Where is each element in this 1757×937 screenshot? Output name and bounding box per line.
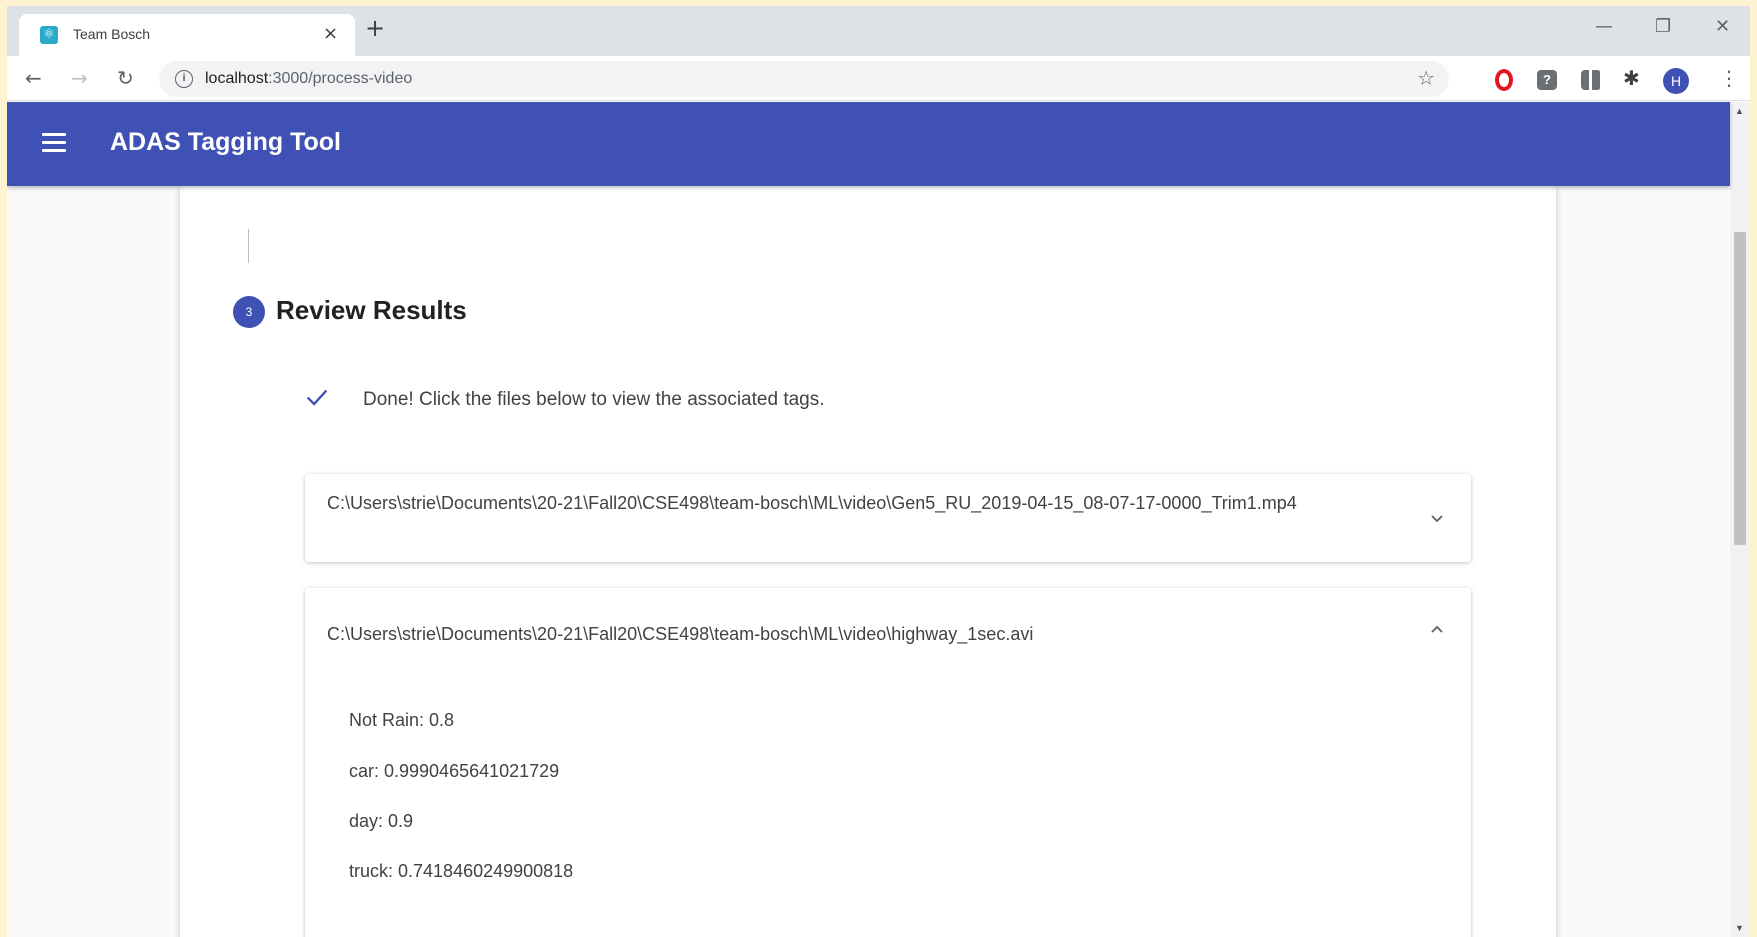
- tag-item: truck: 0.7418460249900818: [349, 861, 574, 881]
- close-window-icon[interactable]: ✕: [1715, 16, 1730, 37]
- url-path: :3000/process-video: [268, 70, 413, 87]
- extension-icon[interactable]: ?: [1537, 70, 1557, 90]
- file-path: C:\Users\strie\Documents\20-21\Fall20\CS…: [327, 624, 1034, 644]
- tag-item: day: 0.9: [349, 811, 414, 831]
- step-connector: [248, 229, 249, 263]
- opera-extension-icon[interactable]: [1495, 69, 1513, 91]
- chevron-up-icon[interactable]: [1429, 622, 1445, 638]
- file-accordion[interactable]: C:\Users\strie\Documents\20-21\Fall20\CS…: [305, 588, 1471, 937]
- puzzle-icon[interactable]: ✱: [1623, 66, 1643, 90]
- tag-item: Not Rain: 0.8: [349, 710, 455, 730]
- tab-title: Team Bosch: [73, 26, 151, 42]
- app-title: ADAS Tagging Tool: [110, 128, 341, 156]
- chevron-down-icon[interactable]: [1429, 510, 1445, 526]
- stepper-card: 3 Review Results Done! Click the files b…: [180, 186, 1556, 937]
- status-message: Done! Click the files below to view the …: [363, 389, 825, 410]
- file-accordion[interactable]: C:\Users\strie\Documents\20-21\Fall20\CS…: [305, 474, 1471, 562]
- restore-icon[interactable]: ❐: [1655, 16, 1671, 37]
- bookmark-star-icon[interactable]: ☆: [1417, 66, 1435, 90]
- profile-avatar[interactable]: H: [1663, 68, 1689, 94]
- more-icon[interactable]: ⋮: [1719, 66, 1739, 90]
- grid-extension-icon[interactable]: [1581, 70, 1601, 90]
- forward-icon[interactable]: →: [71, 66, 88, 90]
- address-bar[interactable]: i localhost:3000/process-video ☆: [159, 61, 1449, 97]
- reload-icon[interactable]: ↻: [117, 66, 134, 90]
- app-bar: ADAS Tagging Tool: [7, 102, 1730, 186]
- browser-toolbar: ← → ↻ i localhost:3000/process-video ☆ ?…: [7, 56, 1750, 101]
- page-scrollbar[interactable]: ▲ ▼: [1730, 102, 1750, 937]
- minimize-icon[interactable]: —: [1595, 16, 1613, 37]
- new-tab-icon[interactable]: +: [365, 16, 385, 40]
- info-icon[interactable]: i: [175, 70, 193, 88]
- browser-window: ⚛ Team Bosch × + — ❐ ✕ ← → ↻ i localhost…: [7, 6, 1750, 937]
- react-icon: ⚛: [40, 26, 58, 44]
- tag-item: car: 0.9990465641021729: [349, 761, 560, 781]
- browser-tab[interactable]: ⚛ Team Bosch ×: [19, 14, 355, 56]
- menu-icon[interactable]: [42, 133, 66, 153]
- scroll-down-arrow-icon[interactable]: ▼: [1735, 923, 1744, 933]
- url-text[interactable]: localhost:3000/process-video: [205, 70, 412, 88]
- scroll-up-arrow-icon[interactable]: ▲: [1735, 106, 1744, 116]
- url-host: localhost: [205, 70, 269, 87]
- back-icon[interactable]: ←: [25, 66, 42, 90]
- scroll-thumb[interactable]: [1734, 232, 1746, 545]
- file-path: C:\Users\strie\Documents\20-21\Fall20\CS…: [327, 493, 1297, 513]
- step-title: Review Results: [276, 295, 467, 325]
- main-content: 3 Review Results Done! Click the files b…: [7, 186, 1730, 937]
- step-number-icon: 3: [233, 296, 265, 328]
- tab-strip: ⚛ Team Bosch × + — ❐ ✕: [7, 6, 1750, 56]
- check-icon: [306, 389, 328, 406]
- close-tab-icon[interactable]: ×: [323, 23, 338, 45]
